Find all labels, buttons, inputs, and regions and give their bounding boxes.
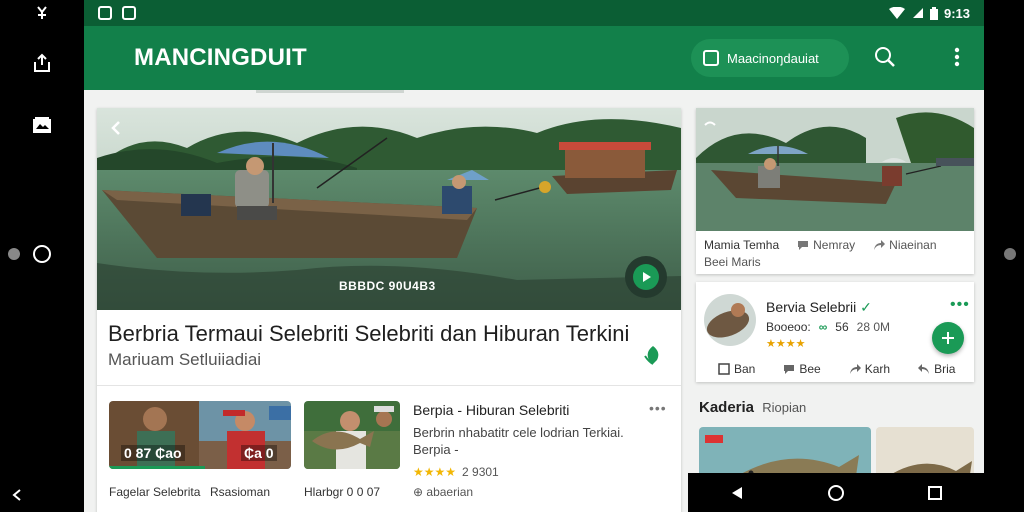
profile-meta-value: 56 [835,320,849,334]
nav-back-icon[interactable] [730,486,744,500]
app-title: MANCINGDUIT [134,44,307,71]
hero-image-caption: BBBDC 90U4B3 [339,279,436,293]
signal-icon [912,8,923,18]
forward-icon [849,364,861,374]
tab-indicator [256,90,404,93]
profile-name-text: Bervia Selebrii [766,299,857,315]
side-article-image [696,108,974,231]
share-icon[interactable] [0,53,84,73]
app-notification-icon-2 [122,6,136,20]
plus-icon [942,332,954,344]
thumbnail-caption-2: Rsasioman [210,485,271,499]
profile-name: Bervia Selebrii ✓ [766,299,872,316]
profile-action-4[interactable]: Bria [918,362,955,376]
profile-rating-stars: ★★★★ [766,338,806,350]
profile-action-2-label: Bee [799,362,821,376]
profile-actions: Ban Bee Karh Bria [718,362,955,376]
profile-action-2[interactable]: Bee [783,362,821,376]
side-card-item-1-label: Mamia Temha [704,238,780,252]
wifi-icon [888,7,905,19]
battery-icon [929,6,938,20]
side-card-item-4: Beei Maris [704,255,761,269]
status-time: 9:13 [943,5,970,21]
nav-recents-icon[interactable] [928,485,943,500]
side-card-item-3-label: Niaeinan [889,238,937,252]
system-side-bar [0,0,84,512]
fish-thumbnail-image [304,401,400,469]
app-notification-icon [98,6,112,20]
rating-stars: ★★★★ [413,465,457,479]
verified-check: ✓ [860,299,872,315]
play-video-button[interactable] [625,256,667,298]
share-arrow-icon [874,240,886,250]
hero-article-card[interactable]: BBBDC 90U4B3 Berbria Termaui Selebriti S… [97,108,681,512]
reply-icon [918,364,930,374]
related-caption: ⊕ abaerian [413,485,474,499]
thumbnail-caption-1: Fagelar Selebrita [109,485,201,499]
play-icon [633,264,659,290]
related-article-title[interactable]: Berpia - Hiburan Selebriti [413,402,569,418]
side-card-item-1[interactable]: Mamia Temha [704,238,779,252]
divider [97,385,681,386]
leaf-icon[interactable] [643,344,663,371]
profile-action-3-label: Karh [864,362,891,376]
gallery-icon[interactable] [0,115,84,135]
status-bar: 9:13 [84,0,984,26]
hero-headline[interactable]: Berbria Termaui Selebriti Selebriti dan … [108,321,629,347]
more-options-icon[interactable] [954,46,960,73]
sensor-dot [1004,248,1016,260]
fish-thumbnail[interactable] [304,401,400,469]
section-title-text: Kaderia [699,399,755,416]
app-bar: MANCINGDUIT Maacinoŋdauiat [84,26,984,90]
profile-meta-label: Booeoo: [766,320,811,334]
bookmark-icon [703,50,719,66]
box-icon [718,363,730,375]
comment-icon [798,241,809,250]
camera-dot [8,248,20,260]
hero-subtitle: Mariuam Setluiiadiai [108,350,262,369]
profile-action-3[interactable]: Karh [849,362,890,376]
profile-meta: Booeoo: ∞ 56 28 0M [766,320,890,334]
thumbnail-badge-left: 0 87 ₵ao [121,445,185,461]
hero-image: BBBDC 90U4B3 [97,108,681,310]
profile-action-1[interactable]: Ban [718,362,755,376]
rating-count: 2 9301 [462,465,499,479]
side-article-card[interactable]: Mamia Temha Nemray Niaeinan Beei Maris [696,108,974,274]
related-rating: ★★★★ 2 9301 [413,465,499,479]
system-right-bar [984,0,1024,512]
signal-overlay-icon [704,118,716,136]
profile-action-1-label: Ban [734,362,756,376]
side-card-item-2-label: Nemray [813,238,856,252]
section-title: Kaderia Riopian [699,399,806,416]
profile-action-4-label: Bria [934,362,956,376]
navigation-bar [688,473,984,512]
app-chip-button[interactable]: Maacinoŋdauiat [691,39,849,77]
profile-meta-count: 28 0M [856,320,890,334]
related-article-description: Berbrin nhabatitr cele lodrian Terkiai. … [413,425,624,457]
side-card-item-3[interactable]: Niaeinan [873,238,937,252]
content-area: BBBDC 90U4B3 Berbria Termaui Selebriti S… [84,90,984,512]
chat-icon [784,365,795,374]
notification-icon [0,6,84,20]
back-arrow-icon[interactable] [109,120,125,141]
chip-label: Maacinoŋdauiat [727,50,819,66]
thumbnail-badge-right: ₵a 0 [241,445,277,461]
search-icon[interactable] [874,46,896,73]
back-button-icon[interactable] [0,488,34,502]
nav-home-icon[interactable] [827,484,845,502]
side-card-item-2[interactable]: Nemray [797,238,855,252]
infinity-icon: ∞ [818,320,828,334]
thumbnail-caption-3: Hlarbgr 0 0 07 [304,485,381,499]
add-button[interactable] [932,322,964,354]
device-screen: 9:13 MANCINGDUIT Maacinoŋdauiat BBBDC 90… [0,0,1024,512]
video-thumbnail[interactable]: 0 87 ₵ao ₵a 0 [109,401,291,469]
section-subtitle: Riopian [762,400,807,415]
profile-more-icon[interactable]: ••• [950,296,970,314]
progress-bar [109,466,205,469]
side-card-actions: Mamia Temha Nemray Niaeinan [704,238,970,252]
avatar[interactable] [704,294,756,346]
related-more-icon[interactable]: ••• [649,400,667,416]
profile-card[interactable]: Bervia Selebrii ✓ ••• Booeoo: ∞ 56 28 0M… [696,282,974,382]
